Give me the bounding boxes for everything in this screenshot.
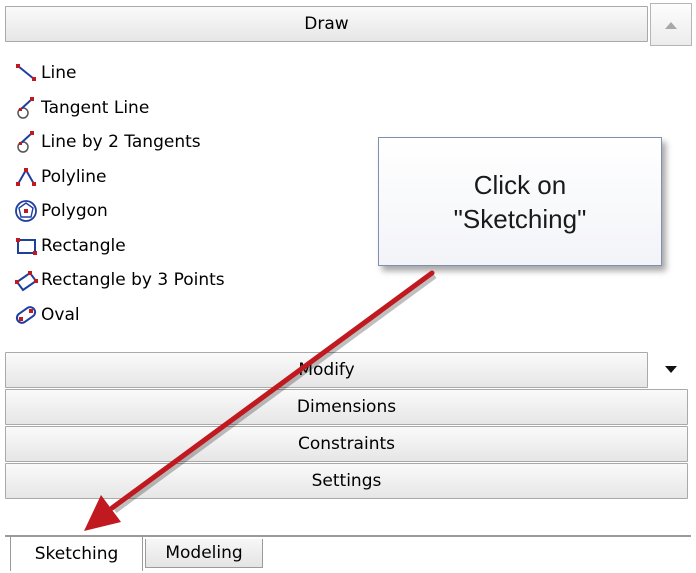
tangent-line-icon [14, 96, 38, 120]
line-icon [14, 61, 38, 85]
constraints-section-label: Constraints [298, 434, 395, 454]
tool-line[interactable]: Line [14, 56, 374, 91]
scroll-down-button[interactable] [650, 350, 692, 388]
workspace-tabs: Sketching Modeling [5, 533, 691, 571]
tab-sketching-label: Sketching [34, 544, 119, 564]
draw-section-label: Draw [304, 14, 349, 34]
draw-section-header[interactable]: Draw [5, 6, 648, 42]
dimensions-section-label: Dimensions [296, 397, 397, 417]
callout-line-1: Click on [473, 169, 567, 200]
modify-section-header[interactable]: Modify [5, 352, 648, 388]
tool-rectangle-by-3-points-label: Rectangle by 3 Points [41, 270, 225, 291]
tab-sketching[interactable]: Sketching [10, 537, 143, 571]
polygon-icon [14, 199, 38, 223]
tool-polyline[interactable]: Polyline [14, 160, 374, 195]
tab-modeling-label: Modeling [165, 543, 243, 563]
tool-tangent-line[interactable]: Tangent Line [14, 91, 374, 126]
tool-rectangle[interactable]: Rectangle [14, 229, 374, 264]
dimensions-section-header[interactable]: Dimensions [5, 389, 688, 425]
tool-oval-label: Oval [41, 304, 80, 325]
tutorial-callout: Click on "Sketching" [378, 137, 662, 266]
polyline-icon [14, 165, 38, 189]
tool-rectangle-by-3-points[interactable]: Rectangle by 3 Points [14, 263, 374, 298]
modify-section-label: Modify [298, 360, 355, 380]
settings-section-header[interactable]: Settings [5, 463, 688, 499]
tool-line-by-2-tangents-label: Line by 2 Tangents [41, 132, 201, 153]
tool-polygon-label: Polygon [41, 201, 108, 222]
draw-tool-list: Line Tangent Line Line by 2 Tangents Pol… [14, 56, 374, 332]
arrow-head [84, 495, 121, 531]
scroll-up-icon [665, 21, 677, 29]
constraints-section-header[interactable]: Constraints [5, 426, 688, 462]
tool-line-by-2-tangents[interactable]: Line by 2 Tangents [14, 125, 374, 160]
rectangle-3-points-icon [14, 268, 38, 292]
tool-oval[interactable]: Oval [14, 298, 374, 333]
scroll-up-button[interactable] [650, 3, 692, 46]
tool-line-label: Line [41, 63, 77, 84]
callout-line-2: "Sketching" [453, 203, 587, 234]
line-by-2-tangents-icon [14, 130, 38, 154]
settings-section-label: Settings [311, 471, 382, 491]
tool-polygon[interactable]: Polygon [14, 194, 374, 229]
sketch-toolbox-panel: Draw Line Tangent Line Line by 2 Tangent… [0, 0, 696, 573]
tool-tangent-line-label: Tangent Line [41, 97, 150, 118]
tool-polyline-label: Polyline [41, 166, 107, 187]
tool-rectangle-label: Rectangle [41, 235, 126, 256]
oval-icon [14, 303, 38, 327]
scroll-down-icon [665, 366, 677, 373]
rectangle-icon [14, 234, 38, 258]
tab-modeling[interactable]: Modeling [145, 539, 263, 568]
